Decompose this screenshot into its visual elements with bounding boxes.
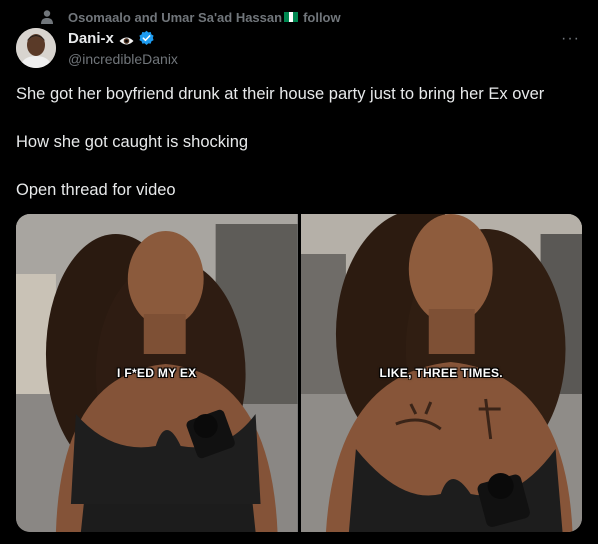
social-context: Osomaalo and Umar Sa'ad Hassan follow: [40, 8, 341, 26]
avatar[interactable]: [16, 28, 56, 68]
more-options-button[interactable]: ···: [561, 30, 580, 48]
tweet-text: She got her boyfriend drunk at their hou…: [16, 84, 586, 228]
video-caption-left: I F*ED MY EX: [117, 366, 197, 380]
author-handle[interactable]: @incredibleDanix: [68, 51, 178, 67]
social-context-text[interactable]: Osomaalo and Umar Sa'ad Hassan: [68, 10, 282, 25]
person-icon: [40, 9, 54, 25]
author-name-row[interactable]: Dani-x: [68, 28, 178, 48]
verified-badge-icon[interactable]: [138, 30, 155, 47]
tweet-line: How she got caught is shocking: [16, 133, 249, 151]
tweet-line: Open thread for video: [16, 181, 176, 199]
author-names: Dani-x @incredibleDanix: [68, 28, 178, 68]
eye-icon: [119, 33, 134, 45]
video-caption-right: LIKE, THREE TIMES.: [379, 366, 503, 380]
media-image-left[interactable]: I F*ED MY EX: [16, 214, 298, 532]
follow-link[interactable]: follow: [303, 10, 341, 25]
author-display-name[interactable]: Dani-x: [68, 30, 114, 47]
tweet-header: Dani-x @incredibleDanix ···: [16, 28, 582, 72]
tweet-line: She got her boyfriend drunk at their hou…: [16, 85, 545, 103]
nigeria-flag-icon: [284, 12, 299, 22]
media-grid: I F*ED MY EX LIKE, THREE TIMES.: [16, 214, 582, 532]
media-image-right[interactable]: LIKE, THREE TIMES.: [300, 214, 582, 532]
